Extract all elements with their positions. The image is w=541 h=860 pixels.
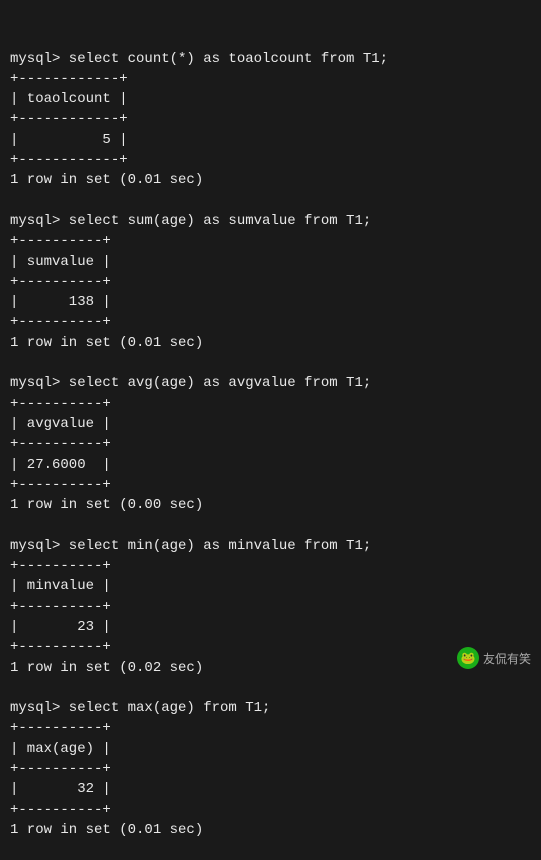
terminal-window: mysql> select count(*) as toaolcount fro… xyxy=(0,0,541,677)
watermark: 🐸 友侃有笑 xyxy=(457,647,531,669)
watermark-icon: 🐸 xyxy=(457,647,479,669)
watermark-text: 友侃有笑 xyxy=(483,650,531,667)
terminal-output: mysql> select count(*) as toaolcount fro… xyxy=(10,49,531,841)
